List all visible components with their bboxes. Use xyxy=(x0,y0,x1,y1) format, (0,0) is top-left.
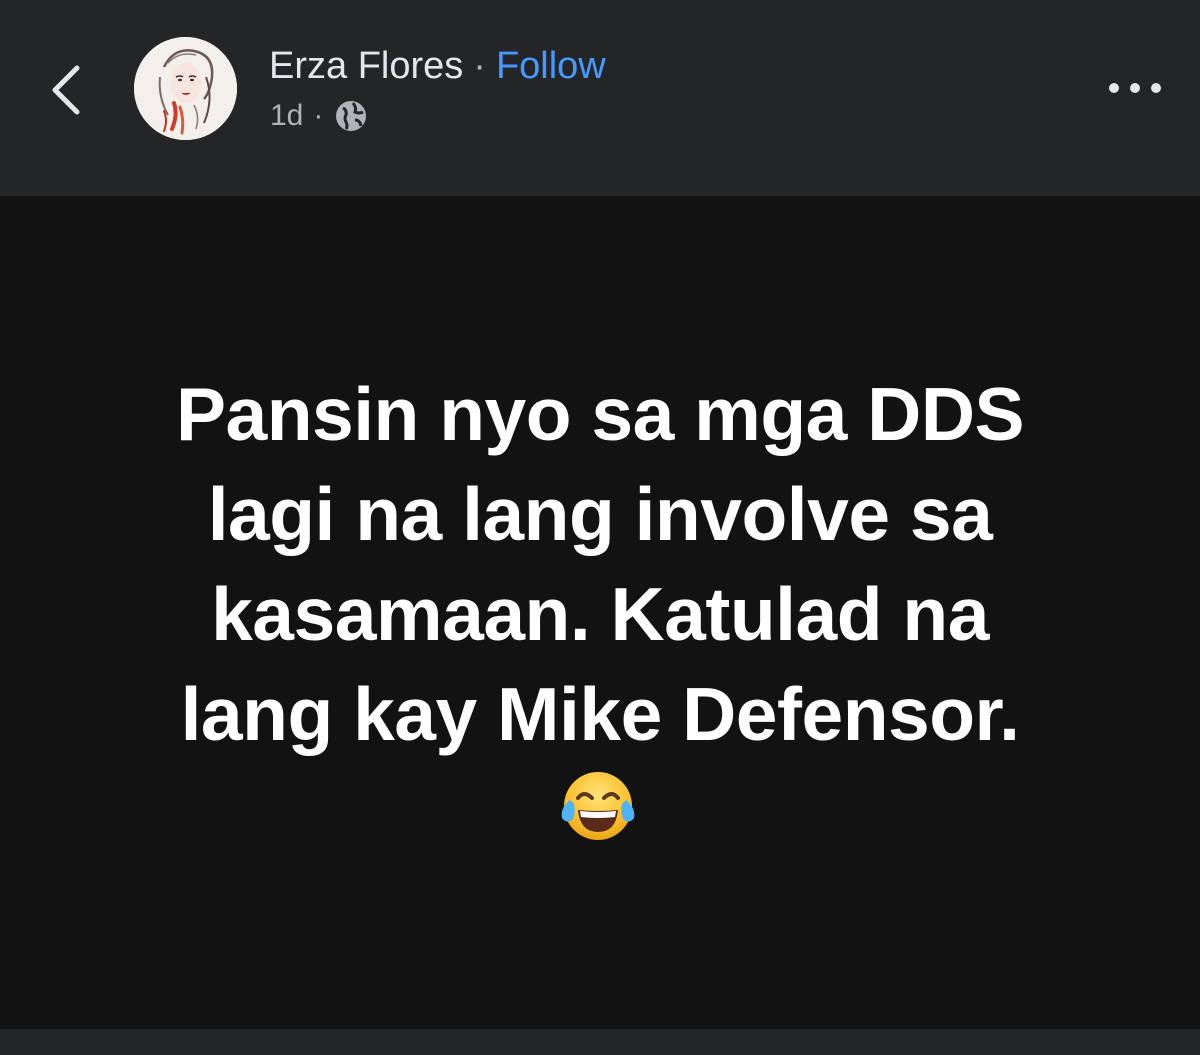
post-text-line: Pansin nyo sa mga DDS xyxy=(175,372,1025,456)
post-text-line: lang kay Mike Defensor. xyxy=(180,672,1020,756)
post-viewer: Erza Flores · Follow 1d · Pansin nyo sa … xyxy=(0,0,1200,1055)
post-text-background[interactable]: Pansin nyo sa mga DDS lagi na lang invol… xyxy=(0,196,1200,1029)
author-name[interactable]: Erza Flores xyxy=(269,45,463,88)
more-horizontal-icon xyxy=(1109,83,1161,93)
post-text: Pansin nyo sa mga DDS lagi na lang invol… xyxy=(60,364,1140,764)
chevron-left-icon xyxy=(52,65,80,115)
post-meta: 1d · xyxy=(270,96,369,136)
tears-of-joy-emoji xyxy=(556,764,640,848)
footer-strip xyxy=(0,1029,1200,1055)
avatar-portrait-image xyxy=(134,37,237,140)
name-separator: · xyxy=(473,44,486,87)
more-options-button[interactable] xyxy=(1100,68,1170,108)
post-text-line: lagi na lang involve sa xyxy=(207,472,993,556)
meta-separator: · xyxy=(313,99,324,132)
globe-icon xyxy=(333,98,369,134)
back-button[interactable] xyxy=(36,55,96,125)
post-text-line: kasamaan. Katulad na xyxy=(211,572,989,656)
post-header: Erza Flores · Follow 1d · xyxy=(0,0,1200,196)
avatar[interactable] xyxy=(134,37,237,140)
post-timestamp[interactable]: 1d xyxy=(270,99,303,133)
author-line: Erza Flores · Follow xyxy=(269,44,606,88)
follow-button[interactable]: Follow xyxy=(496,45,606,88)
